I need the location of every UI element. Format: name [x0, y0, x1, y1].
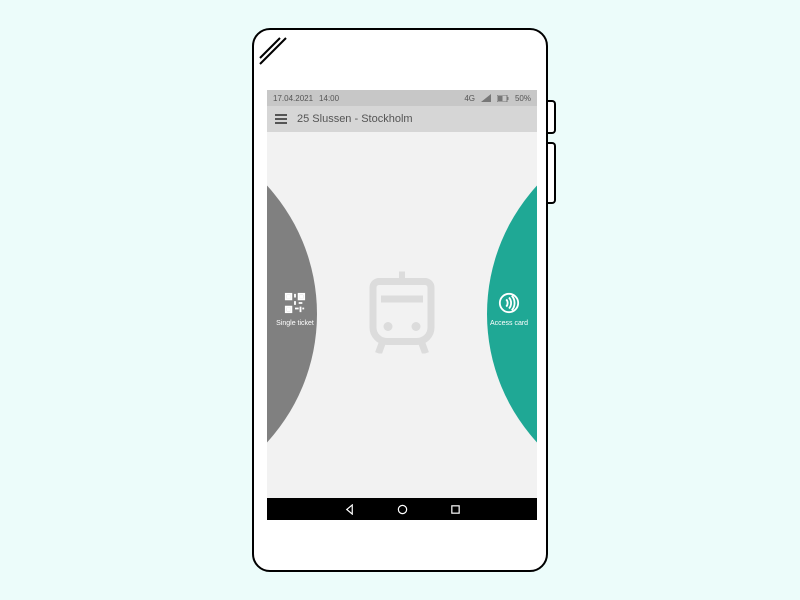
power-button — [548, 100, 556, 134]
status-battery: 50% — [515, 94, 531, 103]
status-time: 14:00 — [319, 94, 339, 103]
single-ticket-label: Single ticket — [276, 320, 314, 327]
signal-icon — [481, 94, 491, 103]
menu-icon[interactable] — [275, 114, 287, 124]
android-nav-bar — [267, 498, 537, 520]
access-card-option[interactable]: Access card — [485, 292, 533, 327]
main-stage: Single ticket Access card — [267, 132, 537, 498]
nav-back-icon[interactable] — [344, 504, 355, 515]
access-card-label: Access card — [490, 320, 528, 327]
nav-recent-icon[interactable] — [450, 504, 461, 515]
status-date: 17.04.2021 — [273, 94, 313, 103]
battery-icon — [497, 94, 509, 103]
single-ticket-option[interactable]: Single ticket — [271, 292, 319, 327]
page-title: 25 Slussen - Stockholm — [297, 113, 413, 125]
volume-button — [548, 142, 556, 204]
contactless-icon — [485, 292, 533, 316]
status-network: 4G — [464, 94, 475, 103]
nav-home-icon[interactable] — [397, 504, 408, 515]
device-frame: 17.04.2021 14:00 4G 50% — [252, 28, 548, 572]
app-bar: 25 Slussen - Stockholm — [267, 106, 537, 132]
status-bar: 17.04.2021 14:00 4G 50% — [267, 90, 537, 106]
qr-icon — [271, 292, 319, 316]
screen: 17.04.2021 14:00 4G 50% — [267, 90, 537, 520]
tram-icon — [369, 272, 435, 359]
